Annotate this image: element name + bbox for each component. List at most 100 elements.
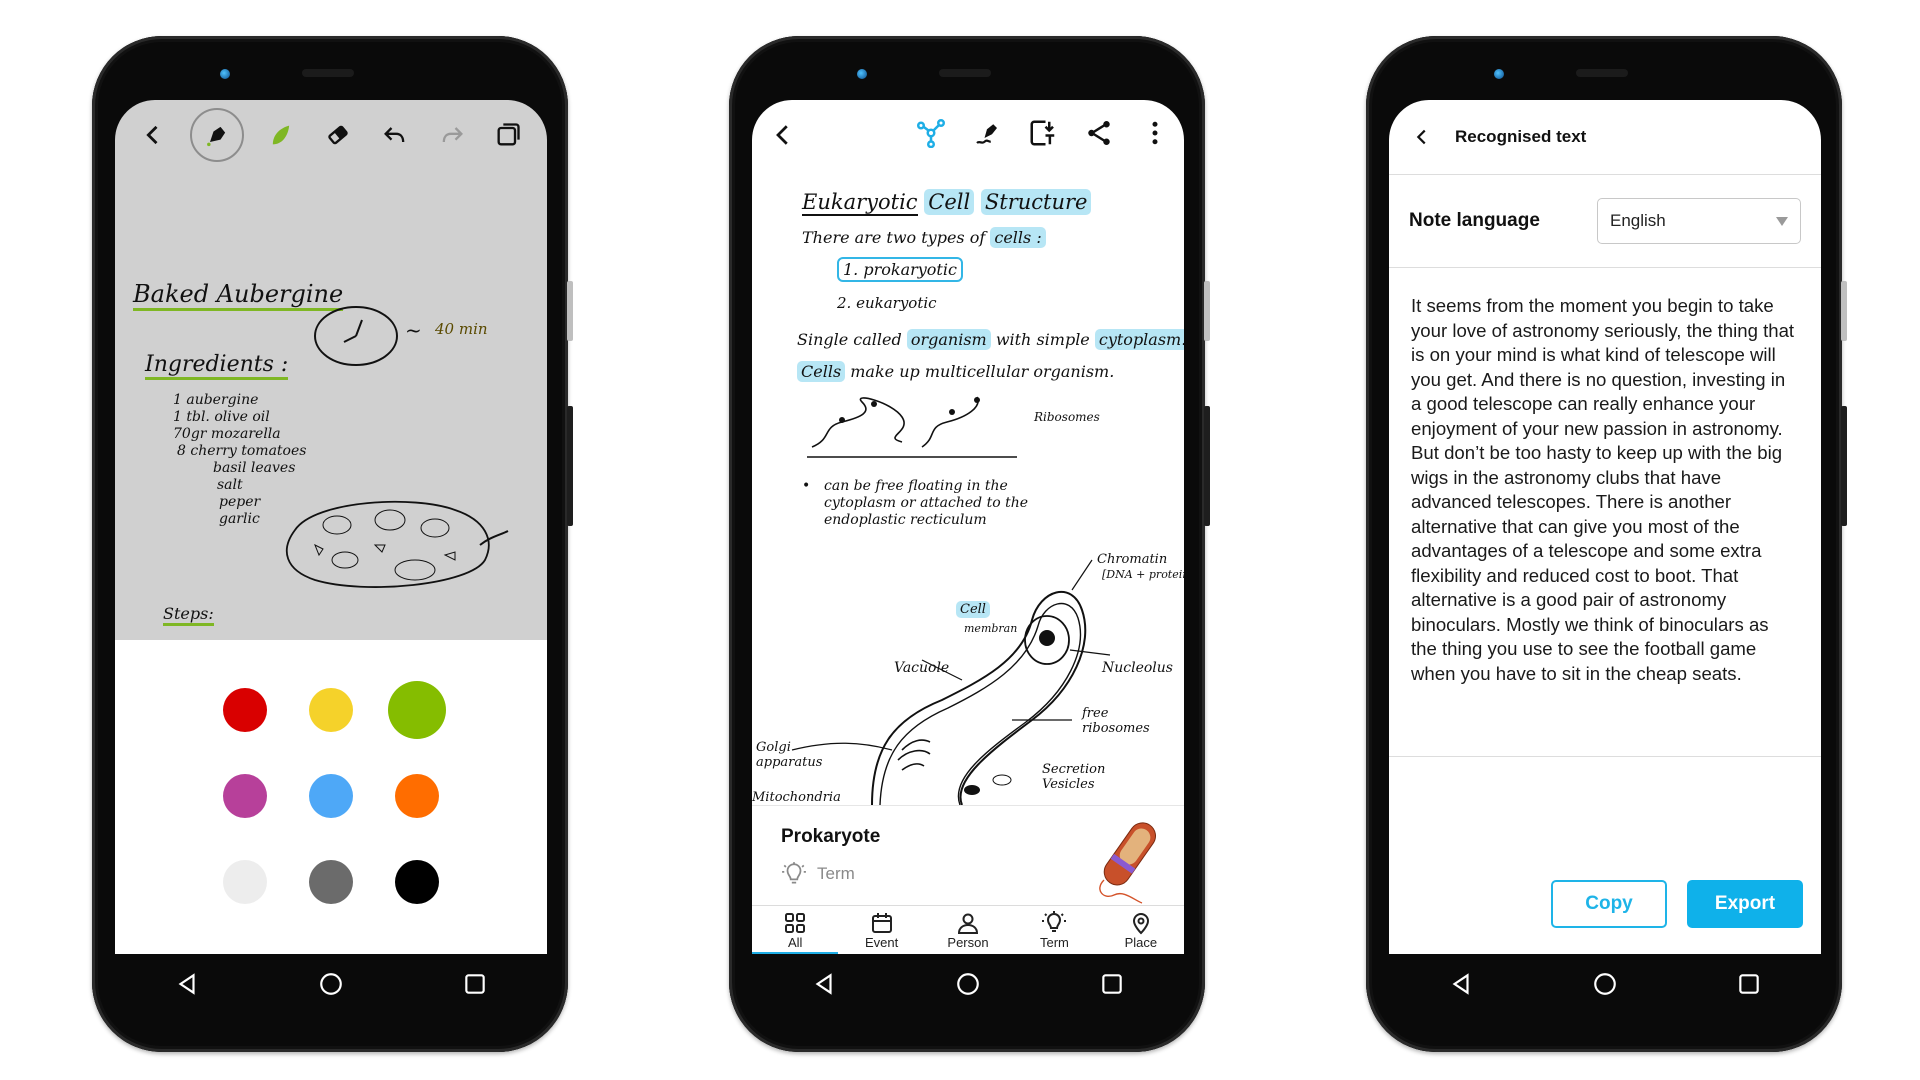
undo-button[interactable]	[375, 115, 415, 155]
nav-back-icon[interactable]	[811, 971, 837, 997]
screen: Baked Aubergine ~ 40 min Ingredients : 1…	[115, 100, 547, 954]
back-chevron-icon	[776, 125, 788, 145]
label-nucleolus: Nucleolus	[1102, 660, 1173, 676]
aubergine-drawing	[285, 500, 509, 588]
screen: Recognised text Note language English It…	[1389, 100, 1821, 954]
text: There are two types of	[802, 228, 986, 247]
volume-button	[567, 281, 573, 341]
pen-tool-button[interactable]	[190, 108, 245, 162]
ingredient: 1 tbl. olive oil	[173, 409, 270, 425]
grid-icon	[785, 913, 806, 933]
back-button[interactable]	[133, 115, 173, 155]
bullet-item: • can be free floating in the cytoplasm …	[802, 478, 1029, 528]
note-line: There are two types of cells :	[802, 227, 1046, 248]
app-header: Recognised text	[1389, 100, 1821, 175]
nav-recents-icon[interactable]	[1099, 971, 1125, 997]
language-select[interactable]: English	[1597, 198, 1801, 244]
cook-time: 40 min	[435, 320, 488, 338]
recognised-text-body[interactable]: It seems from the moment you begin to ta…	[1389, 268, 1821, 757]
language-label: Note language	[1409, 210, 1540, 231]
color-picker-button[interactable]	[261, 115, 301, 155]
color-palette	[115, 640, 547, 954]
tilde: ~	[405, 318, 422, 342]
drawing-toolbar	[115, 100, 547, 170]
tab-event[interactable]: Event	[838, 906, 924, 954]
page-title: Recognised text	[1455, 127, 1587, 146]
color-swatch-green[interactable]	[388, 681, 446, 739]
text-paragraph: It seems from the moment you begin to ta…	[1411, 295, 1795, 439]
tab-place[interactable]: Place	[1098, 906, 1184, 954]
title-word-highlighted: Structure	[980, 189, 1092, 215]
back-button[interactable]	[768, 120, 798, 154]
color-swatch-dark-grey[interactable]	[309, 860, 353, 904]
tab-label: Person	[947, 935, 989, 950]
handwritten-recipe-note[interactable]: Baked Aubergine ~ 40 min Ingredients : 1…	[115, 170, 547, 733]
lasso-select-button[interactable]	[488, 115, 528, 155]
power-button	[567, 406, 573, 526]
nav-recents-icon[interactable]	[462, 971, 488, 997]
copy-button[interactable]: Copy	[1551, 880, 1667, 928]
redo-button[interactable]	[432, 115, 472, 155]
text: cytoplasm or attached to the	[824, 495, 1029, 511]
ingredient: 1 aubergine	[173, 392, 259, 408]
tab-label: Event	[864, 935, 899, 950]
dropdown-arrow-icon	[1776, 216, 1788, 226]
label-secretion-vesicles: Secretion Vesicles	[1042, 762, 1106, 792]
entity-card[interactable]: Prokaryote Term	[752, 805, 1184, 906]
eraser-button[interactable]	[318, 115, 358, 155]
language-value: English	[1610, 211, 1666, 230]
tab-term[interactable]: Term	[1011, 906, 1097, 954]
label-mitochondria: Mitochondria	[752, 790, 841, 805]
location-pin-icon	[1132, 913, 1149, 935]
export-button[interactable]: Export	[1687, 880, 1803, 928]
entity-title: Prokaryote	[781, 826, 881, 847]
text: endoplastic recticulum	[824, 512, 987, 528]
back-chevron-icon	[146, 125, 158, 145]
handwriting-pen-icon[interactable]	[972, 118, 1002, 148]
ribosome-drawing	[807, 396, 1017, 458]
prokaryote-illustration	[1099, 822, 1156, 904]
nav-back-icon[interactable]	[174, 971, 200, 997]
tab-label: Term	[1039, 935, 1069, 950]
back-chevron-icon[interactable]	[1411, 126, 1433, 148]
color-swatch-blue[interactable]	[309, 774, 353, 818]
label-golgi: Golgi apparatus	[756, 740, 823, 770]
phone-drawing-editor: Baked Aubergine ~ 40 min Ingredients : 1…	[92, 36, 573, 1052]
nav-back-icon[interactable]	[1448, 971, 1474, 997]
text: can be free floating in the	[824, 478, 1008, 494]
android-nav-bar	[752, 954, 1184, 1014]
volume-button	[1204, 281, 1210, 341]
text: make up multicellular organism.	[850, 362, 1115, 381]
front-camera	[1494, 69, 1504, 79]
pen-tool-icon	[207, 126, 226, 147]
highlight: Cell	[956, 601, 990, 618]
color-swatch-purple[interactable]	[223, 774, 267, 818]
color-swatch-yellow[interactable]	[309, 688, 353, 732]
tab-person[interactable]: Person	[925, 906, 1011, 954]
color-swatch-red[interactable]	[223, 688, 267, 732]
tab-all[interactable]: All	[752, 906, 839, 954]
label-chromatin: Chromatin	[1097, 552, 1168, 567]
nav-recents-icon[interactable]	[1736, 971, 1762, 997]
phone-recognised-text: Recognised text Note language English It…	[1366, 36, 1847, 1052]
entity-type-tabs: All Event Person Term Place	[752, 905, 1184, 954]
text: Single called	[797, 330, 902, 349]
nav-home-icon[interactable]	[318, 971, 344, 997]
color-swatch-black[interactable]	[395, 860, 439, 904]
more-vertical-icon[interactable]	[1140, 118, 1170, 148]
color-swatch-light-grey[interactable]	[223, 860, 267, 904]
clock-drawing	[314, 306, 398, 366]
nav-home-icon[interactable]	[1592, 971, 1618, 997]
color-swatch-orange[interactable]	[395, 774, 439, 818]
person-icon	[958, 913, 979, 934]
share-icon[interactable]	[1084, 118, 1114, 148]
volume-button	[1841, 281, 1847, 341]
boxed-term[interactable]: 1. prokaryotic	[837, 257, 963, 282]
nav-home-icon[interactable]	[955, 971, 981, 997]
handwritten-biology-note[interactable]: Eukaryotic Cell Structure There are two …	[752, 170, 1184, 805]
green-leaf-color-icon	[272, 125, 290, 145]
convert-to-text-icon[interactable]	[1028, 118, 1058, 148]
entity-type: Term	[781, 861, 855, 887]
mind-map-icon[interactable]	[916, 118, 946, 148]
highlight: organism	[906, 329, 991, 350]
